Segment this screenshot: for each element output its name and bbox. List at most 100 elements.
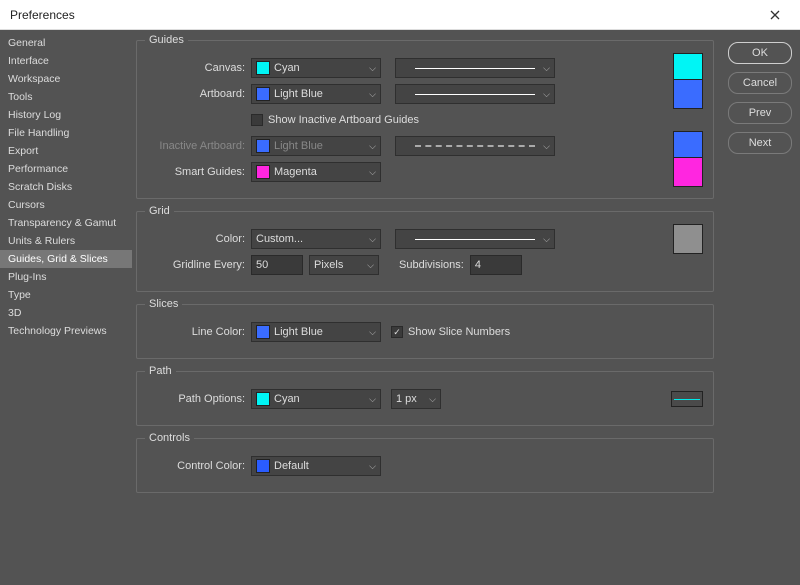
sidebar-item[interactable]: File Handling bbox=[0, 124, 132, 142]
close-button[interactable] bbox=[760, 0, 790, 30]
group-grid: Grid Color: Custom... ⌵ ⌵ Gridline Every… bbox=[136, 205, 714, 292]
checkbox-box bbox=[251, 114, 263, 126]
sidebar: GeneralInterfaceWorkspaceToolsHistory Lo… bbox=[0, 30, 132, 585]
sidebar-item[interactable]: Performance bbox=[0, 160, 132, 178]
select-canvas-color[interactable]: Cyan ⌵ bbox=[251, 58, 381, 78]
sidebar-item[interactable]: Transparency & Gamut bbox=[0, 214, 132, 232]
group-controls: Controls Control Color: Default ⌵ bbox=[136, 432, 714, 493]
select-inactive-artboard-color: Light Blue ⌵ bbox=[251, 136, 381, 156]
close-icon bbox=[770, 10, 780, 20]
select-value: Pixels bbox=[314, 259, 343, 271]
checkbox-label: Show Inactive Artboard Guides bbox=[268, 114, 419, 126]
chevron-down-icon: ⌵ bbox=[369, 461, 376, 472]
checkbox-label: Show Slice Numbers bbox=[408, 326, 510, 338]
select-path-width[interactable]: 1 px ⌵ bbox=[391, 389, 441, 409]
next-button[interactable]: Next bbox=[728, 132, 792, 154]
label-artboard: Artboard: bbox=[145, 88, 245, 100]
sidebar-item[interactable]: 3D bbox=[0, 304, 132, 322]
sidebar-item[interactable]: Plug-Ins bbox=[0, 268, 132, 286]
select-gridline-unit[interactable]: Pixels ⌵ bbox=[309, 255, 379, 275]
swatch-icon bbox=[256, 61, 270, 75]
swatch-icon bbox=[256, 165, 270, 179]
checkbox-box: ✓ bbox=[391, 326, 403, 338]
sidebar-item[interactable]: Workspace bbox=[0, 70, 132, 88]
select-value: Light Blue bbox=[274, 140, 323, 152]
preferences-dialog: Preferences GeneralInterfaceWorkspaceToo… bbox=[0, 0, 800, 585]
select-value: Light Blue bbox=[274, 326, 323, 338]
label-path-options: Path Options: bbox=[145, 393, 245, 405]
label-subdivisions: Subdivisions: bbox=[399, 259, 464, 271]
swatch-icon bbox=[256, 139, 270, 153]
group-guides: Guides Canvas: Cyan ⌵ ⌵ Artboard: bbox=[136, 34, 714, 199]
label-control-color: Control Color: bbox=[145, 460, 245, 472]
select-canvas-linestyle[interactable]: ⌵ bbox=[395, 58, 555, 78]
select-value: Light Blue bbox=[274, 88, 323, 100]
swatch-icon bbox=[256, 325, 270, 339]
select-inactive-linestyle: ⌵ bbox=[395, 136, 555, 156]
select-control-color[interactable]: Default ⌵ bbox=[251, 456, 381, 476]
chevron-down-icon: ⌵ bbox=[543, 89, 550, 100]
ok-button[interactable]: OK bbox=[728, 42, 792, 64]
select-value: Cyan bbox=[274, 393, 300, 405]
swatch-path-preview bbox=[671, 391, 703, 407]
chevron-down-icon: ⌵ bbox=[369, 394, 376, 405]
sidebar-item[interactable]: Interface bbox=[0, 52, 132, 70]
select-slice-line-color[interactable]: Light Blue ⌵ bbox=[251, 322, 381, 342]
select-value: Magenta bbox=[274, 166, 317, 178]
label-grid-color: Color: bbox=[145, 233, 245, 245]
sidebar-item[interactable]: General bbox=[0, 34, 132, 52]
label-inactive-artboard: Inactive Artboard: bbox=[145, 140, 245, 152]
select-grid-linestyle[interactable]: ⌵ bbox=[395, 229, 555, 249]
sidebar-item[interactable]: Guides, Grid & Slices bbox=[0, 250, 132, 268]
titlebar: Preferences bbox=[0, 0, 800, 30]
checkbox-show-slice-numbers[interactable]: ✓ Show Slice Numbers bbox=[391, 326, 510, 338]
sidebar-item[interactable]: Technology Previews bbox=[0, 322, 132, 340]
chevron-down-icon: ⌵ bbox=[369, 327, 376, 338]
sidebar-item[interactable]: Tools bbox=[0, 88, 132, 106]
select-smart-guides-color[interactable]: Magenta ⌵ bbox=[251, 162, 381, 182]
chevron-down-icon: ⌵ bbox=[369, 89, 376, 100]
legend-slices: Slices bbox=[145, 298, 182, 310]
select-value: Cyan bbox=[274, 62, 300, 74]
swatch-icon bbox=[256, 87, 270, 101]
select-value: Default bbox=[274, 460, 309, 472]
select-artboard-linestyle[interactable]: ⌵ bbox=[395, 84, 555, 104]
button-column: OK Cancel Prev Next bbox=[720, 30, 800, 585]
sidebar-item[interactable]: Cursors bbox=[0, 196, 132, 214]
legend-path: Path bbox=[145, 365, 176, 377]
swatch-smart[interactable] bbox=[673, 157, 703, 187]
cancel-button[interactable]: Cancel bbox=[728, 72, 792, 94]
select-path-color[interactable]: Cyan ⌵ bbox=[251, 389, 381, 409]
input-gridline-every[interactable] bbox=[251, 255, 303, 275]
sidebar-item[interactable]: Type bbox=[0, 286, 132, 304]
sidebar-item[interactable]: History Log bbox=[0, 106, 132, 124]
input-subdivisions[interactable] bbox=[470, 255, 522, 275]
sidebar-item[interactable]: Units & Rulers bbox=[0, 232, 132, 250]
swatch-grid[interactable] bbox=[673, 224, 703, 254]
chevron-down-icon: ⌵ bbox=[369, 141, 376, 152]
chevron-down-icon: ⌵ bbox=[543, 234, 550, 245]
checkbox-show-inactive[interactable]: Show Inactive Artboard Guides bbox=[251, 114, 419, 126]
select-grid-color[interactable]: Custom... ⌵ bbox=[251, 229, 381, 249]
swatch-icon bbox=[256, 392, 270, 406]
chevron-down-icon: ⌵ bbox=[543, 63, 550, 74]
chevron-down-icon: ⌵ bbox=[543, 141, 550, 152]
label-gridline-every: Gridline Every: bbox=[145, 259, 245, 271]
select-value: 1 px bbox=[396, 393, 417, 405]
chevron-down-icon: ⌵ bbox=[429, 394, 436, 405]
group-slices: Slices Line Color: Light Blue ⌵ ✓ Show S… bbox=[136, 298, 714, 359]
chevron-down-icon: ⌵ bbox=[367, 260, 374, 271]
label-slice-line-color: Line Color: bbox=[145, 326, 245, 338]
select-value: Custom... bbox=[256, 233, 303, 245]
swatch-artboard[interactable] bbox=[673, 79, 703, 109]
chevron-down-icon: ⌵ bbox=[369, 63, 376, 74]
dialog-title: Preferences bbox=[10, 8, 760, 22]
legend-grid: Grid bbox=[145, 205, 174, 217]
prev-button[interactable]: Prev bbox=[728, 102, 792, 124]
sidebar-item[interactable]: Scratch Disks bbox=[0, 178, 132, 196]
chevron-down-icon: ⌵ bbox=[369, 167, 376, 178]
group-path: Path Path Options: Cyan ⌵ 1 px ⌵ bbox=[136, 365, 714, 426]
swatch-icon bbox=[256, 459, 270, 473]
select-artboard-color[interactable]: Light Blue ⌵ bbox=[251, 84, 381, 104]
sidebar-item[interactable]: Export bbox=[0, 142, 132, 160]
